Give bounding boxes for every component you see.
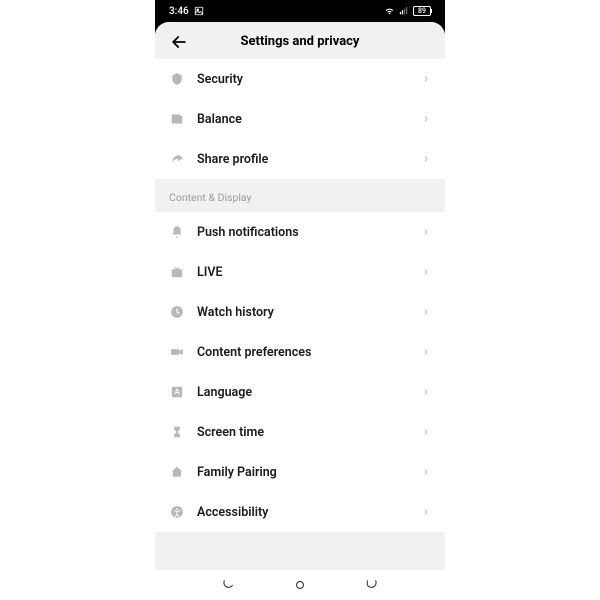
page-title: Settings and privacy: [169, 34, 431, 49]
signal-icon: [399, 6, 409, 16]
chevron-right-icon: [421, 506, 431, 518]
chevron-right-icon: [421, 113, 431, 125]
status-time: 3:46: [169, 6, 189, 17]
nav-back-button[interactable]: [364, 577, 380, 593]
row-security[interactable]: Security: [155, 59, 445, 99]
android-nav-bar: [155, 570, 445, 600]
chevron-right-icon: [421, 426, 431, 438]
shield-icon: [169, 71, 185, 87]
row-label: LIVE: [197, 265, 421, 280]
back-button[interactable]: [169, 32, 189, 52]
row-balance[interactable]: Balance: [155, 99, 445, 139]
chevron-right-icon: [421, 153, 431, 165]
clock-icon: [169, 304, 185, 320]
row-accessibility[interactable]: Accessibility: [155, 492, 445, 532]
row-push-notifications[interactable]: Push notifications: [155, 212, 445, 252]
row-label: Balance: [197, 112, 421, 127]
battery-icon: 89: [413, 6, 431, 16]
row-label: Push notifications: [197, 225, 421, 240]
page-header: Settings and privacy: [155, 22, 445, 59]
row-screen-time[interactable]: Screen time: [155, 412, 445, 452]
chevron-right-icon: [421, 466, 431, 478]
chevron-right-icon: [421, 386, 431, 398]
share-icon: [169, 151, 185, 167]
row-label: Security: [197, 72, 421, 87]
row-language[interactable]: Language: [155, 372, 445, 412]
chevron-right-icon: [421, 73, 431, 85]
row-label: Share profile: [197, 152, 421, 167]
row-share-profile[interactable]: Share profile: [155, 139, 445, 179]
row-family-pairing[interactable]: Family Pairing: [155, 452, 445, 492]
nav-recents-button[interactable]: [220, 577, 236, 593]
chevron-right-icon: [421, 306, 431, 318]
nav-home-button[interactable]: [292, 577, 308, 593]
row-live[interactable]: LIVE: [155, 252, 445, 292]
row-content-preferences[interactable]: Content preferences: [155, 332, 445, 372]
chevron-right-icon: [421, 346, 431, 358]
hourglass-icon: [169, 424, 185, 440]
status-bar: 3:46 89: [155, 0, 445, 22]
row-label: Screen time: [197, 425, 421, 440]
section-header-content-display: Content & Display: [155, 179, 445, 212]
accessibility-icon: [169, 504, 185, 520]
video-icon: [169, 344, 185, 360]
image-indicator-icon: [194, 6, 204, 16]
row-watch-history[interactable]: Watch history: [155, 292, 445, 332]
row-label: Watch history: [197, 305, 421, 320]
chevron-right-icon: [421, 266, 431, 278]
language-icon: [169, 384, 185, 400]
row-label: Content preferences: [197, 345, 421, 360]
wallet-icon: [169, 111, 185, 127]
chevron-right-icon: [421, 226, 431, 238]
row-label: Language: [197, 385, 421, 400]
row-label: Family Pairing: [197, 465, 421, 480]
wifi-icon: [384, 6, 395, 16]
bell-icon: [169, 224, 185, 240]
live-icon: [169, 264, 185, 280]
row-label: Accessibility: [197, 505, 421, 520]
home-icon: [169, 464, 185, 480]
